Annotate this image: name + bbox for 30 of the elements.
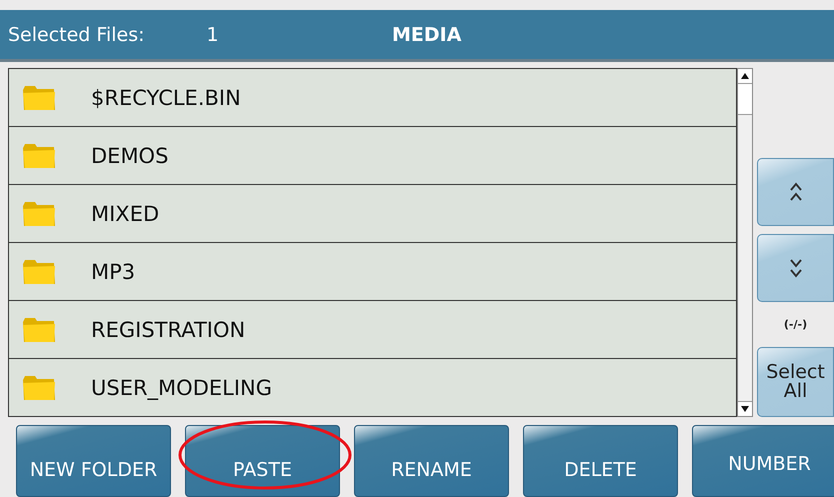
folder-icon <box>21 258 57 286</box>
folder-icon <box>21 374 57 402</box>
folder-icon <box>21 200 57 228</box>
page-up-button[interactable] <box>757 158 834 226</box>
scroll-up-arrow-icon[interactable] <box>741 73 749 79</box>
scrollbar[interactable] <box>737 68 753 417</box>
scrollbar-thumb[interactable] <box>738 84 752 115</box>
selected-files-label: Selected Files: <box>8 24 144 46</box>
folder-row[interactable]: MP3 <box>9 243 736 301</box>
folder-icon <box>21 316 57 344</box>
double-chevron-down-icon <box>788 258 802 278</box>
folder-row[interactable]: $RECYCLE.BIN <box>9 69 736 127</box>
double-chevron-up-icon <box>788 182 802 202</box>
folder-icon <box>21 142 57 170</box>
page-down-button[interactable] <box>757 234 834 302</box>
folder-icon <box>21 84 57 112</box>
action-button[interactable]: NEW FOLDER <box>16 425 171 497</box>
folder-row[interactable]: REGISTRATION <box>9 301 736 359</box>
select-all-button[interactable]: Select All <box>757 347 834 417</box>
action-button[interactable]: PASTE <box>185 425 340 497</box>
action-button[interactable]: DELETE <box>523 425 678 497</box>
folder-row[interactable]: MIXED <box>9 185 736 243</box>
scroll-down-arrow-icon[interactable] <box>741 406 749 412</box>
page-indicator: (-/-) <box>782 318 808 331</box>
action-button[interactable]: NUMBER <box>692 425 834 497</box>
action-button[interactable]: RENAME <box>354 425 509 497</box>
screen-title: MEDIA <box>392 24 462 46</box>
folder-row[interactable]: DEMOS <box>9 127 736 185</box>
folder-row[interactable]: USER_MODELING <box>9 359 736 416</box>
selected-files-count: 1 <box>206 24 219 46</box>
